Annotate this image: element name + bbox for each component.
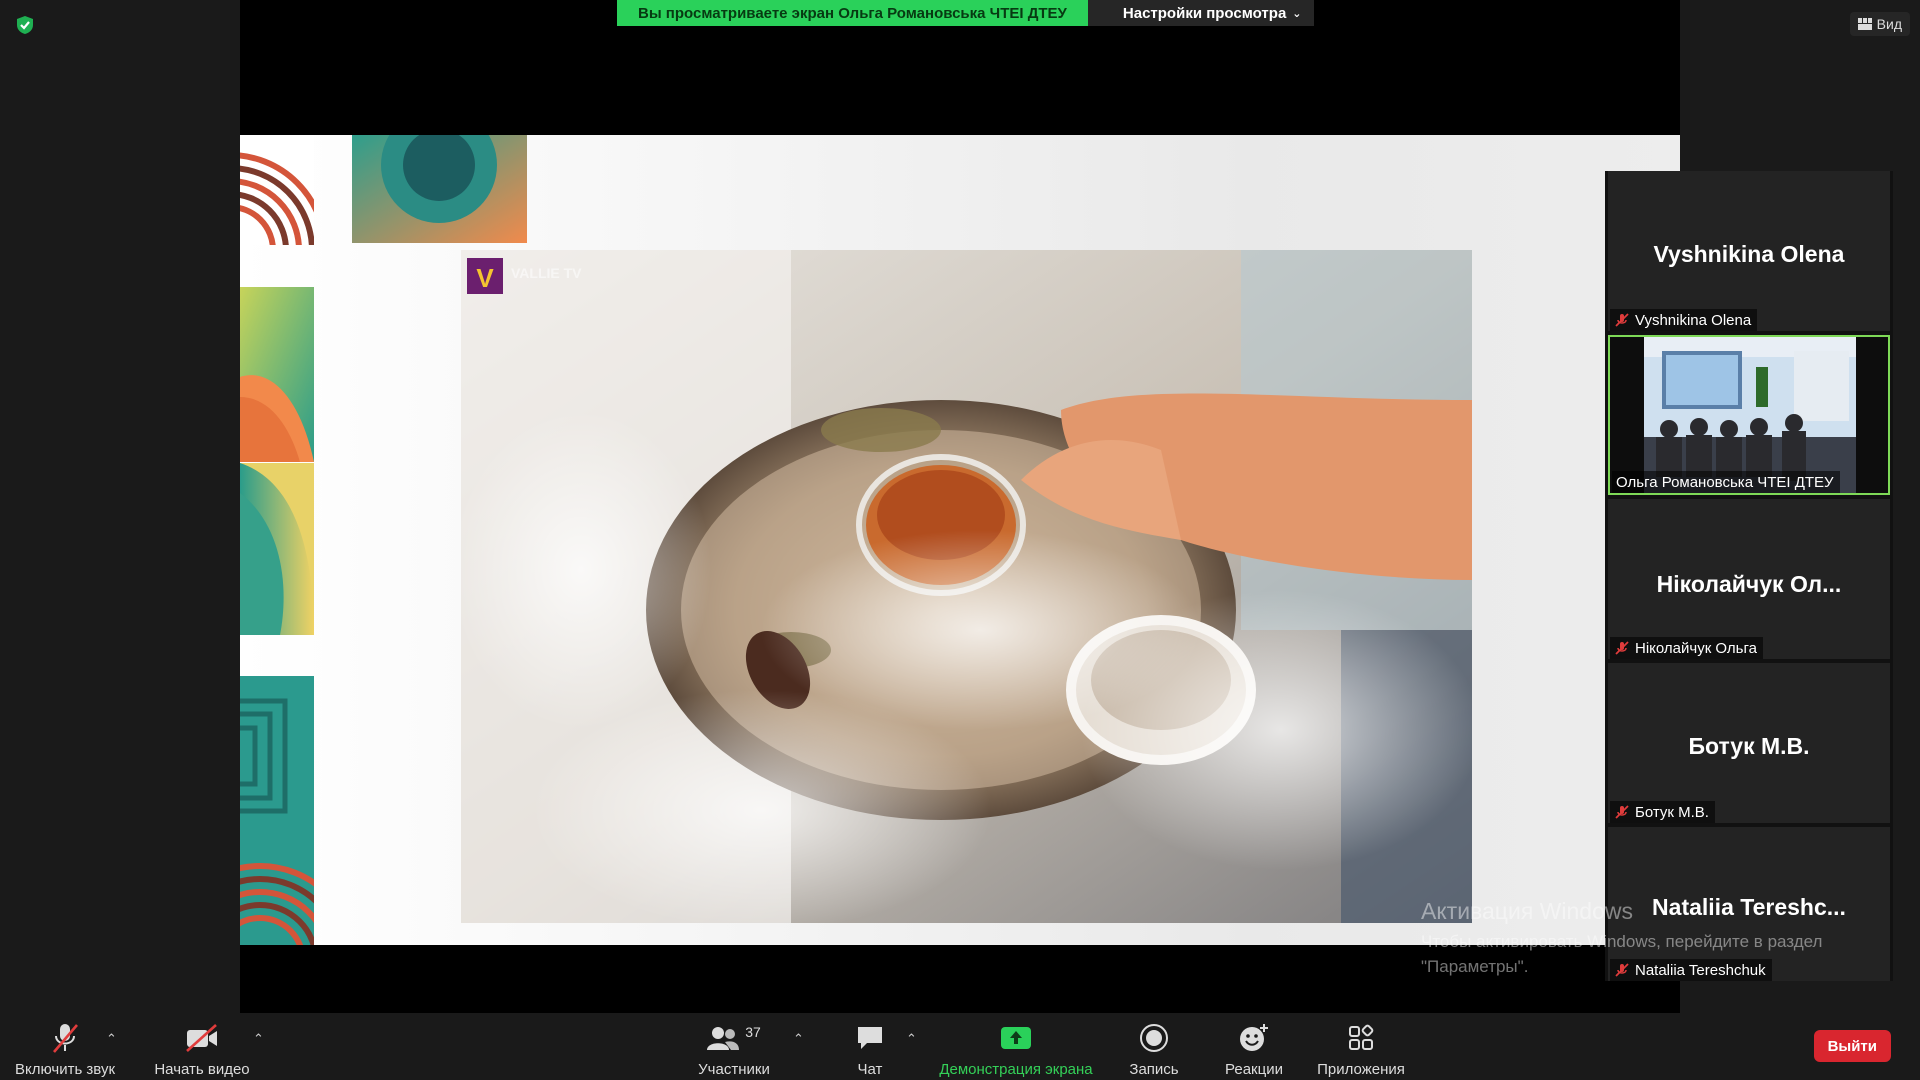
record-icon: [1140, 1024, 1168, 1052]
participant-name: Nataliia Tereshchuk: [1635, 961, 1766, 979]
view-options-dropdown[interactable]: Настройки просмотра ⌄: [1087, 0, 1314, 26]
chat-button[interactable]: Чат: [845, 1021, 895, 1078]
reactions-label: Реакции: [1225, 1061, 1283, 1078]
security-shield-icon[interactable]: [14, 14, 36, 36]
participant-label: Ботук М.В.: [1610, 801, 1715, 823]
participant-tile[interactable]: Nataliia Tereshc... Nataliia Tereshchuk: [1608, 827, 1890, 981]
share-screen-icon: [1001, 1027, 1031, 1049]
share-screen-label: Демонстрация экрана: [939, 1061, 1093, 1078]
chevron-down-icon: ⌄: [1292, 7, 1302, 20]
participant-tile-active-speaker[interactable]: Ольга Романовська ЧТЕІ ДТЕУ: [1608, 335, 1890, 495]
microphone-muted-icon: [53, 1024, 78, 1053]
record-button[interactable]: Запись: [1128, 1021, 1180, 1078]
apps-button[interactable]: Приложения: [1313, 1021, 1409, 1078]
grid-view-icon: [1857, 18, 1872, 30]
record-label: Запись: [1129, 1061, 1179, 1078]
participants-label: Участники: [698, 1061, 770, 1078]
participant-label: Vyshnikina Olena: [1610, 309, 1758, 331]
participant-big-name: Vyshnikina Olena: [1653, 241, 1845, 267]
shared-slide: V VALLIE TV: [240, 135, 1680, 945]
smiley-reaction-icon: [1240, 1024, 1268, 1051]
share-status-text: Вы просматриваете экран Ольга Романовськ…: [617, 0, 1088, 26]
apps-icon: [1349, 1024, 1374, 1050]
shared-food-photo: V VALLIE TV: [461, 250, 1472, 923]
participant-big-name: Ніколайчук Ол...: [1656, 571, 1842, 597]
participant-label: Ольга Романовська ЧТЕІ ДТЕУ: [1612, 471, 1840, 493]
start-video-label: Начать видео: [154, 1061, 250, 1078]
slide-decoration-arcs-bottom: [240, 851, 314, 945]
photo-watermark-text: VALLIE TV: [511, 265, 582, 281]
participant-name: Ботук М.В.: [1635, 803, 1709, 821]
mic-muted-icon: [1615, 313, 1629, 327]
share-screen-button[interactable]: Демонстрация экрана: [937, 1021, 1095, 1078]
video-camera-off-icon: [186, 1024, 217, 1052]
participant-big-name: Ботук М.В.: [1688, 733, 1810, 759]
start-video-button[interactable]: Начать видео: [150, 1021, 254, 1078]
slide-decoration-leaf: [240, 463, 314, 635]
participant-tile[interactable]: Ботук М.В. Ботук М.В.: [1608, 663, 1890, 823]
participant-tile[interactable]: Vyshnikina Olena Vyshnikina Olena: [1608, 171, 1890, 331]
apps-label: Приложения: [1317, 1061, 1405, 1078]
participant-big-name: Nataliia Tereshc...: [1652, 894, 1846, 920]
share-banner: Вы просматриваете экран Ольга Романовськ…: [617, 0, 1314, 26]
participants-gallery: Vyshnikina Olena Vyshnikina Olena Ольга …: [1605, 171, 1893, 981]
view-button[interactable]: Вид: [1849, 12, 1910, 36]
zoom-meeting-window: V VALLIE TV Вы просматриваете экран Ольг…: [0, 0, 1920, 1080]
slide-decoration-circle-tile: [352, 135, 527, 243]
participants-button[interactable]: 37 Участники: [692, 1021, 776, 1078]
mic-muted-icon: [1615, 963, 1629, 977]
participant-label: Nataliia Tereshchuk: [1610, 959, 1772, 981]
participant-tile[interactable]: Ніколайчук Ол... Ніколайчук Ольга: [1608, 499, 1890, 659]
participants-count: 37: [745, 1024, 761, 1040]
view-options-label: Настройки просмотра: [1122, 4, 1287, 22]
participant-name: Vyshnikina Olena: [1635, 311, 1752, 329]
slide-decoration-teal: [240, 676, 314, 851]
participant-label: Ніколайчук Ольга: [1610, 637, 1763, 659]
participant-name: Ніколайчук Ольга: [1635, 639, 1757, 657]
leave-meeting-button[interactable]: Выйти: [1813, 1030, 1891, 1062]
participants-options-caret-icon[interactable]: ⌃: [793, 1031, 804, 1047]
chat-bubble-icon: [858, 1027, 882, 1049]
audio-options-caret-icon[interactable]: ⌃: [106, 1031, 117, 1047]
participant-name: Ольга Романовська ЧТЕІ ДТЕУ: [1616, 473, 1834, 491]
unmute-label: Включить звук: [14, 1061, 116, 1078]
slide-decoration-arcs: [240, 135, 314, 245]
mic-muted-icon: [1615, 641, 1629, 655]
mic-muted-icon: [1615, 805, 1629, 819]
participant-video: [1644, 337, 1856, 493]
unmute-button[interactable]: Включить звук: [12, 1021, 118, 1078]
chat-label: Чат: [857, 1061, 883, 1078]
svg-text:V: V: [476, 263, 494, 293]
view-button-label: Вид: [1876, 16, 1902, 32]
slide-decoration-orange: [240, 287, 314, 462]
meeting-toolbar: Включить звук ⌃ Начать видео ⌃ 37 Участн…: [0, 1013, 1920, 1080]
video-options-caret-icon[interactable]: ⌃: [253, 1031, 264, 1047]
participants-icon: [707, 1027, 740, 1050]
reactions-button[interactable]: Реакции: [1222, 1021, 1286, 1078]
chat-options-caret-icon[interactable]: ⌃: [906, 1031, 917, 1047]
